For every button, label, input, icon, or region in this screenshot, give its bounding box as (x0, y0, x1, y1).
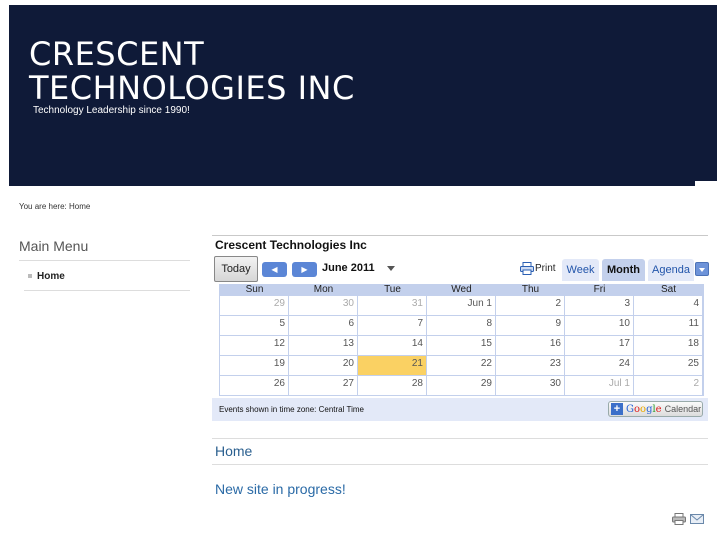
calendar-footer: Events shown in time zone: Central Time … (212, 398, 708, 421)
breadcrumb: You are here: Home (19, 202, 91, 211)
chevron-right-icon: ▶ (301, 265, 308, 274)
main-menu: Main Menu Home (19, 238, 190, 291)
prev-month-button[interactable]: ◀ (262, 262, 287, 277)
print-button[interactable]: Print (520, 262, 556, 275)
menu-item-home[interactable]: Home (24, 261, 190, 291)
dow-tue: Tue (384, 284, 401, 295)
today-button[interactable]: Today (214, 256, 258, 282)
google-calendar-button[interactable]: + Google Calendar (608, 401, 703, 417)
week-row: 12 13 14 15 16 17 18 (220, 336, 704, 356)
dow-thu: Thu (521, 284, 540, 295)
calendar-title: Crescent Technologies Inc (215, 238, 367, 252)
article-actions (672, 513, 704, 525)
site-header: CRESCENT TECHNOLOGIES INC Technology Lea… (9, 5, 717, 186)
bullet-icon (28, 274, 32, 279)
day-cell[interactable]: 26 (220, 376, 288, 395)
day-cell[interactable]: 5 (220, 316, 288, 335)
day-cell[interactable]: 13 (289, 336, 357, 355)
email-icon[interactable] (690, 513, 704, 525)
day-cell[interactable]: 2 (496, 296, 564, 315)
day-cell[interactable]: 17 (565, 336, 633, 355)
dow-sat: Sat (660, 284, 676, 295)
week-row: 29 30 31 Jun 1 2 3 4 (220, 296, 704, 316)
month-grid: Sun Mon Tue Wed Thu Fri Sat 29 30 31 Jun… (219, 284, 704, 396)
google-calendar-label: Calendar (664, 404, 702, 414)
tab-agenda[interactable]: Agenda (648, 259, 694, 281)
day-cell[interactable]: 30 (496, 376, 564, 395)
day-cell[interactable]: 22 (427, 356, 495, 375)
day-cell[interactable]: 2 (634, 376, 702, 395)
day-cell[interactable]: 4 (634, 296, 702, 315)
plus-icon: + (611, 403, 623, 415)
day-cell[interactable]: 9 (496, 316, 564, 335)
dow-sun: Sun (245, 284, 264, 295)
day-cell[interactable]: 29 (220, 296, 288, 315)
day-cell[interactable]: Jul 1 (565, 376, 633, 395)
day-cell[interactable]: 14 (358, 336, 426, 355)
dow-fri: Fri (593, 284, 606, 295)
week-row: 26 27 28 29 30 Jul 1 2 (220, 376, 704, 396)
day-cell[interactable]: 7 (358, 316, 426, 335)
week-row: 5 6 7 8 9 10 11 (220, 316, 704, 336)
content-divider (212, 464, 708, 465)
google-calendar-embed: Crescent Technologies Inc Today ◀ ▶ June… (212, 235, 709, 421)
day-cell[interactable]: 24 (565, 356, 633, 375)
day-cell[interactable]: 27 (289, 376, 357, 395)
site-title[interactable]: CRESCENT TECHNOLOGIES INC (29, 37, 355, 105)
week-row: 19 20 21 22 23 24 25 (220, 356, 704, 376)
timezone-note: Events shown in time zone: Central Time (219, 405, 364, 414)
chevron-left-icon: ◀ (271, 265, 278, 274)
day-cell[interactable]: 11 (634, 316, 702, 335)
day-cell[interactable]: 15 (427, 336, 495, 355)
day-cell[interactable]: 20 (289, 356, 357, 375)
day-cell[interactable]: 23 (496, 356, 564, 375)
day-cell[interactable]: 29 (427, 376, 495, 395)
day-cell[interactable]: 10 (565, 316, 633, 335)
calendar-toolbar: Today ◀ ▶ June 2011 Print Week Month Age… (214, 256, 709, 282)
main-menu-heading: Main Menu (19, 238, 190, 261)
day-cell[interactable]: 8 (427, 316, 495, 335)
day-cell[interactable]: 25 (634, 356, 702, 375)
print-label: Print (535, 263, 556, 274)
header-notch (695, 181, 717, 186)
current-month-label: June 2011 (322, 262, 375, 274)
printer-icon (520, 262, 534, 275)
next-month-button[interactable]: ▶ (292, 262, 317, 277)
tab-week[interactable]: Week (562, 259, 599, 281)
month-picker-arrow-icon[interactable] (387, 266, 395, 271)
day-cell[interactable]: 6 (289, 316, 357, 335)
day-cell[interactable]: 28 (358, 376, 426, 395)
day-cell-today[interactable]: 21 (358, 356, 426, 375)
content-divider (212, 438, 708, 439)
day-cell[interactable]: 3 (565, 296, 633, 315)
day-cell[interactable]: Jun 1 (427, 296, 495, 315)
print-icon[interactable] (672, 513, 686, 525)
menu-item-label: Home (37, 271, 65, 282)
dow-wed: Wed (451, 284, 472, 295)
day-cell[interactable]: 12 (220, 336, 288, 355)
site-title-line2: TECHNOLOGIES INC (29, 69, 355, 107)
day-cell[interactable]: 30 (289, 296, 357, 315)
page-heading: Home (215, 443, 253, 459)
day-cell[interactable]: 31 (358, 296, 426, 315)
site-title-line1: CRESCENT (29, 35, 205, 73)
view-dropdown-button[interactable] (695, 262, 709, 276)
site-tagline: Technology Leadership since 1990! (33, 105, 190, 116)
article-title[interactable]: New site in progress! (215, 481, 346, 497)
google-wordmark: Google (626, 403, 662, 415)
day-cell[interactable]: 19 (220, 356, 288, 375)
day-cell[interactable]: 16 (496, 336, 564, 355)
days-of-week-header: Sun Mon Tue Wed Thu Fri Sat (220, 284, 704, 296)
dow-mon: Mon (313, 284, 334, 295)
day-cell[interactable]: 18 (634, 336, 702, 355)
tab-month[interactable]: Month (602, 259, 645, 281)
